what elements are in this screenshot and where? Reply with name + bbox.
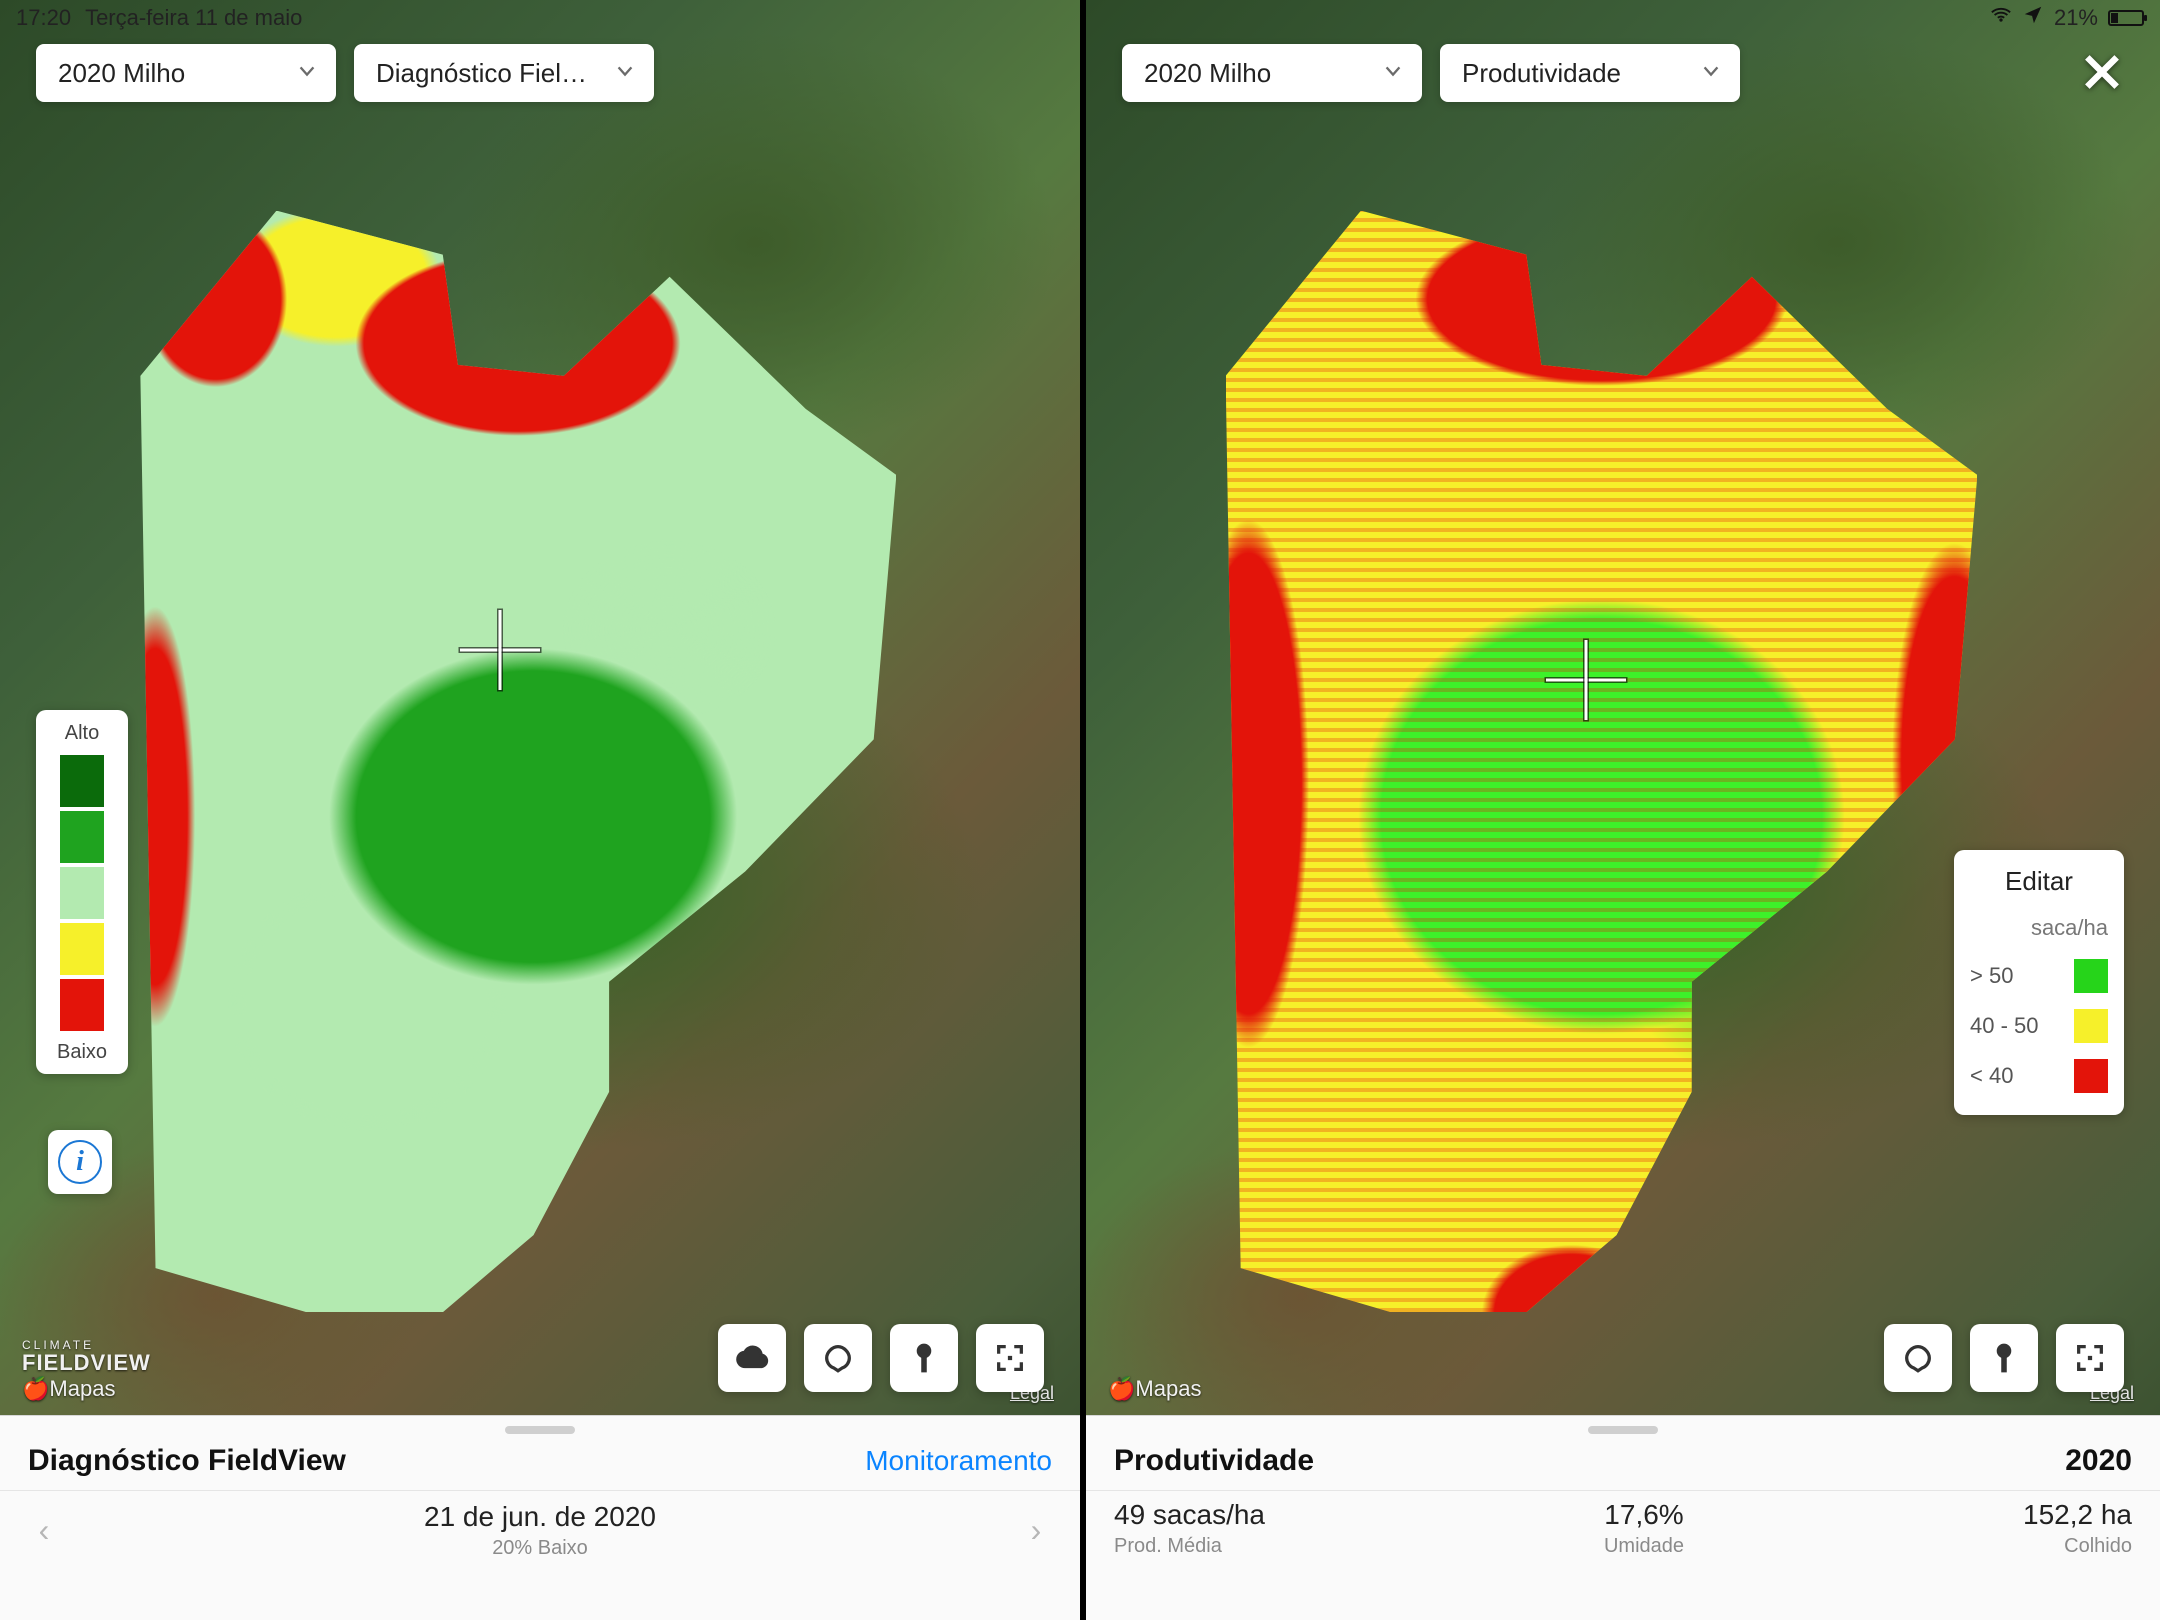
layer-dropdown[interactable]: Diagnóstico Fiel… xyxy=(354,44,654,102)
panel-date: 21 de jun. de 2020 xyxy=(66,1501,1014,1533)
legend-swatch xyxy=(60,923,104,975)
edit-legend-button[interactable]: Editar xyxy=(1970,866,2108,897)
legend-high-label: Alto xyxy=(65,722,99,745)
fullscreen-button[interactable] xyxy=(2056,1324,2124,1392)
map-attribution: 🍎Mapas xyxy=(1108,1376,1201,1402)
panel-sub: 20% Baixo xyxy=(66,1537,1014,1560)
region-button[interactable] xyxy=(804,1324,872,1392)
drag-handle[interactable] xyxy=(1588,1426,1658,1434)
chevron-down-icon xyxy=(1364,58,1404,89)
season-dropdown-label: 2020 Milho xyxy=(58,58,185,89)
close-button[interactable] xyxy=(2080,50,2124,94)
right-bottom-panel[interactable]: Produtividade 2020 49 sacas/ha Prod. Méd… xyxy=(1086,1415,2160,1620)
panel-year: 2020 xyxy=(2065,1444,2132,1478)
left-map-pane[interactable]: 2020 Milho Diagnóstico Fiel… Alto Bai xyxy=(0,0,1080,1620)
legend-row: 40 - 50 xyxy=(1970,1001,2108,1051)
stat-area: 152,2 ha Colhido xyxy=(2023,1499,2132,1558)
yield-legend: Editar saca/ha > 50 40 - 50 < 40 xyxy=(1954,850,2124,1115)
legend-unit: saca/ha xyxy=(1970,915,2108,941)
layer-dropdown-label: Diagnóstico Fiel… xyxy=(376,58,587,89)
legend-swatch xyxy=(60,811,104,863)
legend-low-label: Baixo xyxy=(57,1041,107,1064)
region-button[interactable] xyxy=(1884,1324,1952,1392)
season-dropdown[interactable]: 2020 Milho xyxy=(1122,44,1422,102)
season-dropdown[interactable]: 2020 Milho xyxy=(36,44,336,102)
right-map-pane[interactable]: 2020 Milho Produtividade Editar saca/ha … xyxy=(1080,0,2160,1620)
legend-swatch xyxy=(60,755,104,807)
left-bottom-panel[interactable]: Diagnóstico FieldView Monitoramento ‹ 21… xyxy=(0,1415,1080,1620)
layer-dropdown[interactable]: Produtividade xyxy=(1440,44,1740,102)
fullscreen-button[interactable] xyxy=(976,1324,1044,1392)
monitoring-link[interactable]: Monitoramento xyxy=(865,1445,1052,1477)
info-button[interactable]: i xyxy=(48,1130,112,1194)
legend-row: > 50 xyxy=(1970,951,2108,1001)
season-dropdown-label: 2020 Milho xyxy=(1144,58,1271,89)
stat-avg: 49 sacas/ha Prod. Média xyxy=(1114,1499,1265,1558)
legend-row: < 40 xyxy=(1970,1051,2108,1101)
cloud-button[interactable] xyxy=(718,1324,786,1392)
next-date-button[interactable]: › xyxy=(1014,1512,1058,1549)
pin-button[interactable] xyxy=(1970,1324,2038,1392)
chevron-down-icon xyxy=(596,58,636,89)
chevron-down-icon xyxy=(1682,58,1722,89)
chevron-down-icon xyxy=(278,58,318,89)
pin-button[interactable] xyxy=(890,1324,958,1392)
layer-dropdown-label: Produtividade xyxy=(1462,58,1621,89)
legend-swatch xyxy=(60,867,104,919)
panel-title: Diagnóstico FieldView xyxy=(28,1444,346,1478)
info-icon: i xyxy=(58,1140,102,1184)
panel-title: Produtividade xyxy=(1114,1444,1314,1478)
diagnostic-legend: Alto Baixo xyxy=(36,710,128,1074)
drag-handle[interactable] xyxy=(505,1426,575,1434)
legend-swatch xyxy=(60,979,104,1031)
map-attribution: CLIMATEFIELDVIEW 🍎Mapas xyxy=(22,1340,151,1402)
stat-humidity: 17,6% Umidade xyxy=(1265,1499,2023,1558)
prev-date-button[interactable]: ‹ xyxy=(22,1512,66,1549)
